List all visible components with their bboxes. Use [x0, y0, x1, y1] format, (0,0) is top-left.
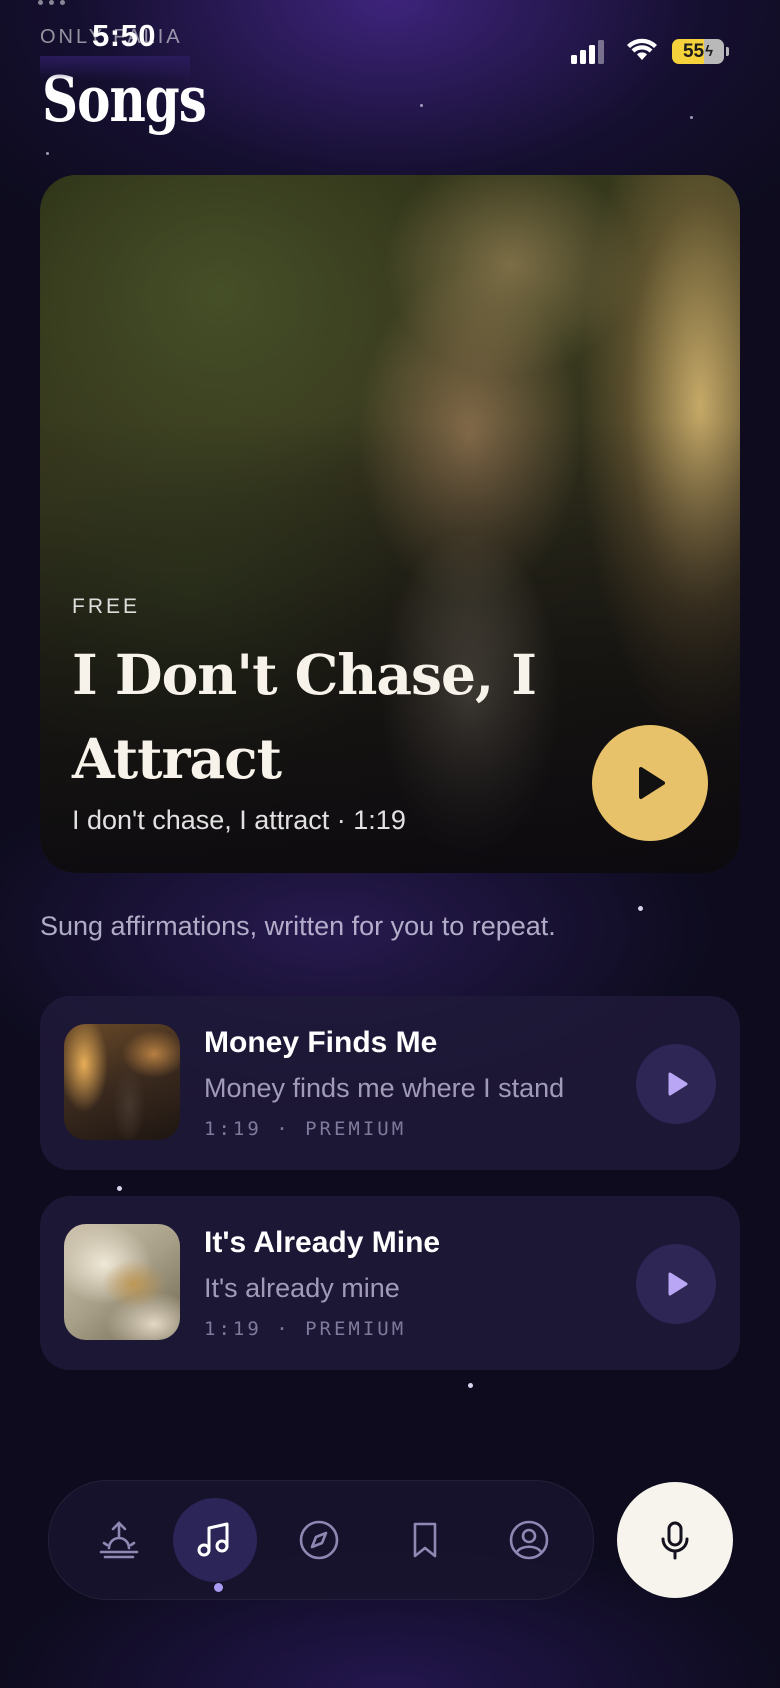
dynamic-dots: [38, 0, 65, 5]
featured-play-button[interactable]: [592, 725, 708, 841]
nav-item-sunrise[interactable]: [77, 1498, 161, 1582]
status-time: 5:50: [92, 18, 157, 53]
track-card[interactable]: Money Finds Me Money finds me where I st…: [40, 996, 740, 1170]
logo-fade: [40, 56, 190, 80]
nav-item-profile[interactable]: [487, 1498, 571, 1582]
track-card[interactable]: It's Already Mine It's already mine 1:19…: [40, 1196, 740, 1370]
active-nav-indicator: [214, 1583, 223, 1592]
star-decoration: [117, 1186, 122, 1191]
star-decoration: [46, 152, 49, 155]
track-subtitle: It's already mine: [204, 1273, 400, 1303]
featured-subtitle: I don't chase, I attract · 1:19: [72, 805, 406, 835]
featured-tag: FREE: [72, 595, 141, 618]
sunrise-icon: [99, 1521, 139, 1559]
battery-level: 55: [682, 40, 705, 62]
play-icon: [668, 1072, 688, 1096]
track-play-button[interactable]: [636, 1244, 716, 1324]
charging-icon: ϟ: [705, 43, 714, 60]
play-icon: [668, 1272, 688, 1296]
star-decoration: [638, 906, 643, 911]
bottom-nav-bar: [48, 1480, 594, 1600]
track-cover-image: [64, 1224, 180, 1340]
cellular-signal-icon: [571, 40, 604, 64]
featured-song-card[interactable]: FREE I Don't Chase, I Attract I don't ch…: [40, 175, 740, 873]
nav-item-saved[interactable]: [383, 1498, 467, 1582]
profile-icon: [509, 1520, 549, 1560]
battery-cap: [726, 47, 729, 56]
star-decoration: [468, 1383, 473, 1388]
battery-indicator: 55 ϟ: [672, 39, 724, 64]
microphone-button[interactable]: [617, 1482, 733, 1598]
play-icon: [639, 767, 665, 799]
track-cover-image: [64, 1024, 180, 1140]
track-play-button[interactable]: [636, 1044, 716, 1124]
section-tagline: Sung affirmations, written for you to re…: [40, 911, 556, 941]
track-meta: 1:19 · PREMIUM: [204, 1318, 407, 1340]
music-note-icon: [197, 1522, 229, 1557]
star-decoration: [420, 104, 423, 107]
nav-item-explore[interactable]: [277, 1498, 361, 1582]
track-meta: 1:19 · PREMIUM: [204, 1118, 407, 1140]
featured-title: I Don't Chase, I Attract: [72, 642, 537, 791]
nav-item-music[interactable]: [173, 1498, 257, 1582]
bookmark-icon: [413, 1522, 437, 1558]
wifi-icon: [626, 38, 658, 66]
microphone-icon: [661, 1521, 689, 1560]
track-title: Money Finds Me: [204, 1026, 438, 1059]
track-subtitle: Money finds me where I stand: [204, 1073, 565, 1103]
compass-icon: [299, 1520, 339, 1560]
star-decoration: [690, 116, 693, 119]
track-title: It's Already Mine: [204, 1226, 441, 1259]
